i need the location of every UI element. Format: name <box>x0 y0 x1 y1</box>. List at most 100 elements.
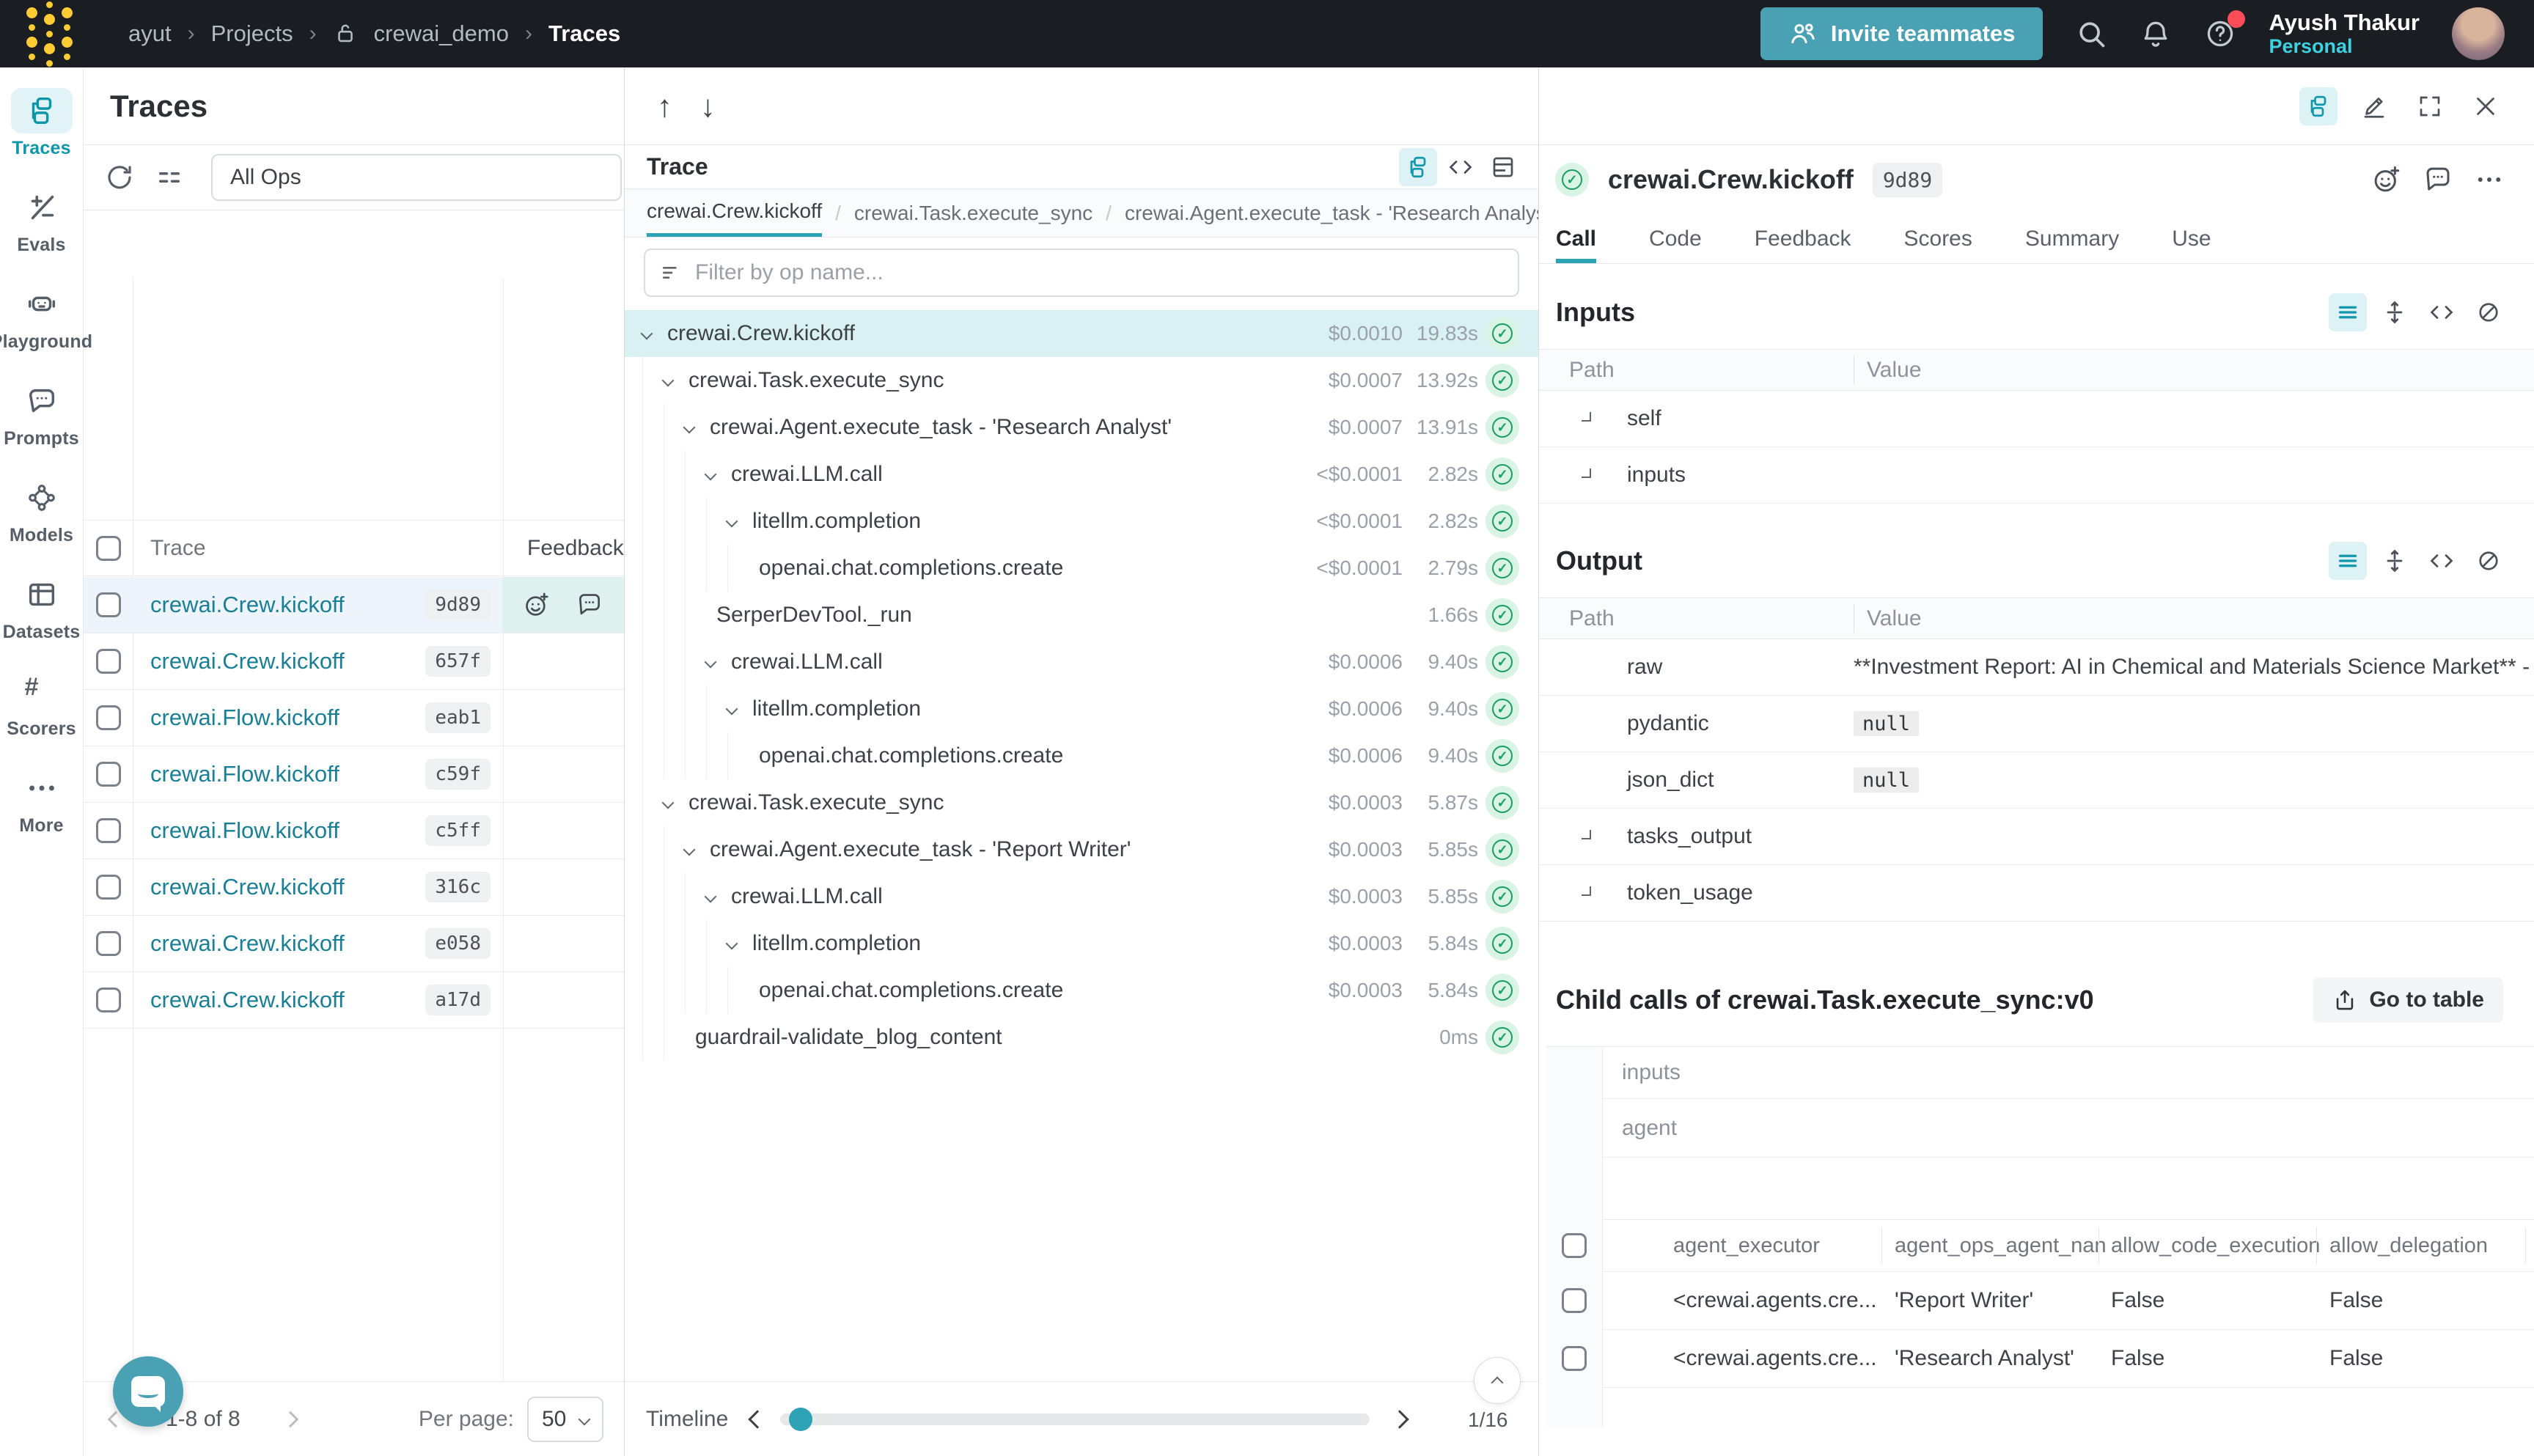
property-row[interactable]: raw**Investment Report: AI in Chemical a… <box>1539 639 2534 696</box>
timeline-slider[interactable] <box>780 1413 1370 1425</box>
chevron-down-icon[interactable] <box>726 938 738 950</box>
trace-tree-row[interactable]: openai.chat.completions.create$0.00035.8… <box>625 967 1538 1014</box>
tab-feedback[interactable]: Feedback <box>1755 214 1851 263</box>
avatar[interactable] <box>2452 7 2505 60</box>
trace-tree-row[interactable]: openai.chat.completions.create$0.00069.4… <box>625 732 1538 779</box>
overflow-menu-icon[interactable] <box>2474 164 2505 195</box>
trace-tree-row[interactable]: crewai.LLM.call<$0.00012.82s✓ <box>625 451 1538 498</box>
breadcrumb-item-crewai_demo[interactable]: crewai_demo <box>374 21 509 47</box>
chevron-down-icon[interactable] <box>662 375 675 387</box>
table-row[interactable]: crewai.Crew.kickoffa17d <box>84 972 624 1029</box>
row-checkbox[interactable] <box>96 592 121 617</box>
trace-tree-row[interactable]: crewai.Crew.kickoff$0.001019.83s✓ <box>625 310 1538 357</box>
trace-tree-row[interactable]: litellm.completion$0.00035.84s✓ <box>625 920 1538 967</box>
sidebar-item-evals[interactable]: Evals <box>0 185 83 282</box>
chevron-down-icon[interactable] <box>705 656 717 669</box>
trace-link[interactable]: crewai.Crew.kickoff <box>150 874 345 900</box>
bell-icon[interactable] <box>2140 18 2172 50</box>
breadcrumb-item-ayut[interactable]: ayut <box>128 21 172 47</box>
column-settings-icon[interactable] <box>154 162 185 193</box>
row-checkbox[interactable] <box>96 875 121 900</box>
search-icon[interactable] <box>2075 18 2107 50</box>
trace-tree-row[interactable]: crewai.LLM.call$0.00035.85s✓ <box>625 873 1538 920</box>
chevron-right-icon[interactable] <box>1582 886 1591 896</box>
chevron-down-icon[interactable] <box>705 468 717 481</box>
chevron-down-icon[interactable] <box>662 797 675 809</box>
sidebar-item-models[interactable]: Models <box>0 475 83 572</box>
trace-tree-row[interactable]: crewai.Task.execute_sync$0.00035.87s✓ <box>625 779 1538 826</box>
code-view-icon[interactable] <box>2423 293 2461 331</box>
sidebar-item-scorers[interactable]: #Scorers <box>0 669 83 765</box>
trace-link[interactable]: crewai.Flow.kickoff <box>150 761 339 787</box>
chevron-down-icon[interactable] <box>683 844 696 856</box>
fullscreen-button[interactable] <box>2411 87 2449 125</box>
list-view-icon[interactable] <box>2329 293 2367 331</box>
show-tree-button[interactable] <box>2299 87 2337 125</box>
per-page-select[interactable]: 50 <box>527 1397 603 1442</box>
property-row[interactable]: inputs <box>1539 447 2534 504</box>
hide-icon[interactable] <box>2469 293 2508 331</box>
expand-rows-icon[interactable] <box>2376 542 2414 580</box>
breadcrumb-item-Projects[interactable]: Projects <box>211 21 293 47</box>
comment-icon[interactable] <box>576 591 603 619</box>
trace-link[interactable]: crewai.Crew.kickoff <box>150 592 345 618</box>
close-button[interactable] <box>2467 87 2505 125</box>
op-filter-input[interactable]: Filter by op name... <box>644 249 1519 297</box>
scroll-top-button[interactable] <box>1474 1357 1521 1404</box>
trace-tree-row[interactable]: crewai.Task.execute_sync$0.000713.92s✓ <box>625 357 1538 404</box>
add-reaction-icon[interactable] <box>2371 164 2402 195</box>
arrow-up-icon[interactable]: ↑ <box>657 89 672 124</box>
tab-call[interactable]: Call <box>1556 214 1596 263</box>
chevron-down-icon[interactable] <box>726 703 738 716</box>
select-all-checkbox[interactable] <box>96 536 121 561</box>
tree-view-button[interactable] <box>1399 148 1437 186</box>
property-row[interactable]: token_usage <box>1539 865 2534 922</box>
comment-icon[interactable] <box>2423 164 2453 195</box>
select-all-checkbox[interactable] <box>1562 1233 1587 1258</box>
wandb-logo-icon[interactable] <box>26 1 73 67</box>
trace-path-tab[interactable]: crewai.Task.execute_sync <box>854 189 1092 237</box>
sidebar-item-playground[interactable]: Playground <box>0 282 83 378</box>
table-row[interactable]: crewai.Flow.kickoffc5ff <box>84 803 624 859</box>
row-checkbox[interactable] <box>1562 1288 1587 1313</box>
chevron-down-icon[interactable] <box>641 328 653 340</box>
trace-link[interactable]: crewai.Flow.kickoff <box>150 817 339 844</box>
trace-path-tab[interactable]: crewai.Crew.kickoff <box>647 189 822 237</box>
row-checkbox[interactable] <box>96 988 121 1012</box>
tab-use[interactable]: Use <box>2172 214 2211 263</box>
trace-path-tab[interactable]: crewai.Agent.execute_task - 'Research An… <box>1125 189 1538 237</box>
chevron-down-icon[interactable] <box>705 891 717 903</box>
go-to-table-button[interactable]: Go to table <box>2313 977 2503 1023</box>
trace-link[interactable]: crewai.Crew.kickoff <box>150 930 345 957</box>
arrow-down-icon[interactable]: ↓ <box>700 89 716 124</box>
invite-teammates-button[interactable]: Invite teammates <box>1760 7 2043 60</box>
trace-tree-row[interactable]: crewai.Agent.execute_task - 'Research An… <box>625 404 1538 451</box>
sidebar-item-datasets[interactable]: Datasets <box>0 572 83 669</box>
sidebar-item-more[interactable]: More <box>0 765 83 862</box>
chevron-right-icon[interactable] <box>1582 412 1591 422</box>
next-page-icon[interactable] <box>282 1411 298 1427</box>
table-row[interactable]: crewai.Crew.kickoff657f <box>84 633 624 690</box>
table-row[interactable]: <crewai.agents.cre...'Research Analyst'F… <box>1603 1330 2534 1388</box>
sidebar-item-prompts[interactable]: Prompts <box>0 378 83 475</box>
property-row[interactable]: tasks_output <box>1539 809 2534 865</box>
trace-tree-row[interactable]: guardrail-validate_blog_content0ms✓ <box>625 1014 1538 1061</box>
flame-view-button[interactable] <box>1484 148 1522 186</box>
row-checkbox[interactable] <box>96 762 121 787</box>
table-row[interactable]: crewai.Flow.kickoffeab1 <box>84 690 624 746</box>
timeline-next-icon[interactable] <box>1390 1410 1409 1428</box>
row-checkbox[interactable] <box>1562 1346 1587 1371</box>
trace-link[interactable]: crewai.Crew.kickoff <box>150 987 345 1013</box>
timeline-prev-icon[interactable] <box>748 1410 766 1428</box>
code-view-icon[interactable] <box>2423 542 2461 580</box>
tab-scores[interactable]: Scores <box>1904 214 1972 263</box>
table-row[interactable]: crewai.Flow.kickoffc59f <box>84 746 624 803</box>
chevron-right-icon[interactable] <box>1582 468 1591 478</box>
trace-tree-row[interactable]: openai.chat.completions.create<$0.00012.… <box>625 545 1538 592</box>
timeline-thumb[interactable] <box>789 1408 812 1431</box>
breadcrumb-item-Traces[interactable]: Traces <box>548 21 620 47</box>
code-view-button[interactable] <box>1442 148 1480 186</box>
chevron-down-icon[interactable] <box>683 422 696 434</box>
row-checkbox[interactable] <box>96 818 121 843</box>
trace-tree-row[interactable]: SerperDevTool._run1.66s✓ <box>625 592 1538 639</box>
